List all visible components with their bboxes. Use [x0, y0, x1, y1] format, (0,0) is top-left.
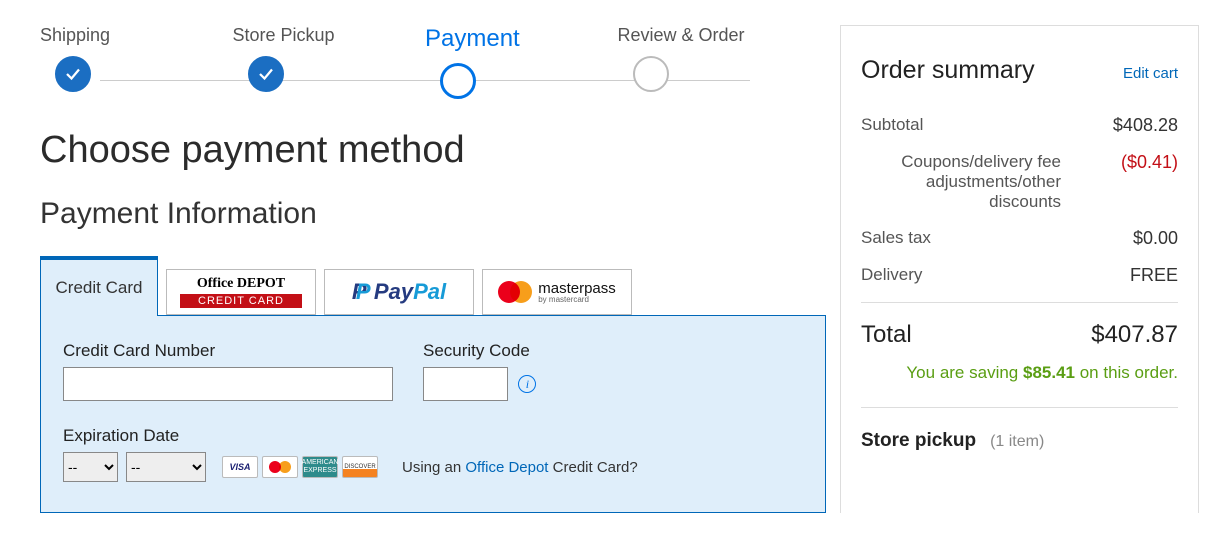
line-discounts: Coupons/delivery fee adjustments/other d… — [861, 152, 1178, 212]
cc-code-field: Security Code i — [423, 341, 536, 401]
order-summary-title: Order summary — [861, 56, 1035, 85]
expiration-field: Expiration Date -- -- VISA AMERICAN EXPR… — [63, 426, 803, 482]
step-label: Shipping — [40, 25, 110, 46]
credit-card-panel: Credit Card Number Security Code i Expir… — [40, 315, 826, 513]
visa-icon: VISA — [222, 456, 258, 478]
line-subtotal: Subtotal $408.28 — [861, 115, 1178, 136]
payment-method-tabs: Credit Card Office DEPOT CREDIT CARD Pay… — [40, 256, 810, 315]
office-depot-strip: CREDIT CARD — [180, 294, 302, 308]
step-label: Store Pickup — [233, 25, 335, 46]
future-step-icon — [633, 56, 669, 92]
amex-icon: AMERICAN EXPRESS — [302, 456, 338, 478]
step-store-pickup[interactable]: Store Pickup — [233, 25, 426, 92]
edit-cart-link[interactable]: Edit cart — [1123, 65, 1178, 82]
exp-month-select[interactable]: -- — [63, 452, 118, 482]
current-step-icon — [440, 63, 476, 99]
cc-number-label: Credit Card Number — [63, 341, 393, 361]
info-icon[interactable]: i — [518, 375, 536, 393]
cc-code-input[interactable] — [423, 367, 508, 401]
line-delivery: Delivery FREE — [861, 265, 1178, 286]
check-icon — [55, 56, 91, 92]
paypal-pal: Pal — [413, 279, 446, 305]
paypal-icon — [352, 281, 370, 303]
office-depot-logo: Office DEPOT — [197, 276, 285, 291]
cc-code-label: Security Code — [423, 341, 536, 361]
tab-masterpass[interactable]: masterpass by mastercard — [482, 269, 632, 315]
cc-number-input[interactable] — [63, 367, 393, 401]
check-icon — [248, 56, 284, 92]
exp-year-select[interactable]: -- — [126, 452, 206, 482]
using-od-prompt: Using an Office Depot Credit Card? — [402, 459, 638, 476]
accepted-cards: VISA AMERICAN EXPRESS DISCOVER — [222, 456, 378, 478]
step-label: Payment — [425, 25, 520, 53]
paypal-pay: Pay — [374, 279, 413, 305]
checkout-stepper: Shipping Store Pickup Payment Review & O… — [40, 25, 810, 99]
tab-office-depot-card[interactable]: Office DEPOT CREDIT CARD — [166, 269, 316, 315]
step-shipping[interactable]: Shipping — [40, 25, 233, 92]
office-depot-card-link[interactable]: Office Depot — [465, 459, 548, 476]
masterpass-label: masterpass by mastercard — [538, 281, 616, 304]
savings-message: You are saving $85.41 on this order. — [861, 363, 1178, 383]
line-sales-tax: Sales tax $0.00 — [861, 228, 1178, 249]
page-title: Choose payment method — [40, 129, 810, 172]
tab-credit-card[interactable]: Credit Card — [40, 256, 158, 316]
step-payment[interactable]: Payment — [425, 25, 618, 99]
line-total: Total $407.87 — [861, 321, 1178, 349]
tab-paypal[interactable]: PayPal — [324, 269, 474, 315]
mastercard-icon — [498, 281, 532, 303]
step-review-order[interactable]: Review & Order — [618, 25, 811, 92]
step-label: Review & Order — [618, 25, 745, 46]
summary-separator — [861, 302, 1178, 303]
expiration-label: Expiration Date — [63, 426, 803, 446]
mastercard-icon — [262, 456, 298, 478]
order-summary: Order summary Edit cart Subtotal $408.28… — [840, 25, 1199, 513]
store-pickup-heading: Store pickup (1 item) — [861, 407, 1178, 452]
cc-number-field: Credit Card Number — [63, 341, 393, 401]
section-title: Payment Information — [40, 197, 810, 231]
discover-icon: DISCOVER — [342, 456, 378, 478]
tab-label: Credit Card — [56, 278, 143, 298]
